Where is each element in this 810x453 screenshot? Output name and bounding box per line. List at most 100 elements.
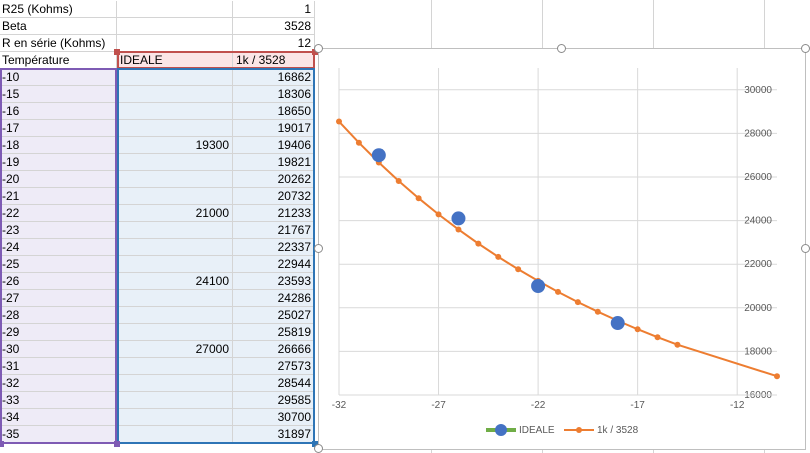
chart-resize-handle-tr[interactable] (801, 44, 810, 53)
resistance-cell[interactable]: 25027 (233, 307, 315, 324)
header-cell-temperature[interactable]: Température (0, 52, 117, 69)
chart-resize-handle-mr[interactable] (801, 244, 810, 253)
temperature-cell[interactable]: -26 (0, 273, 117, 290)
temperature-cell[interactable]: -17 (0, 120, 117, 137)
temperature-cell[interactable]: -32 (0, 375, 117, 392)
table-row: -20 20262 (0, 171, 316, 188)
temperature-cell[interactable]: -15 (0, 86, 117, 103)
ideale-cell[interactable] (117, 222, 233, 239)
series-1k-3528-point (395, 177, 402, 184)
series-1k-3528-point (515, 266, 522, 273)
resistance-cell[interactable]: 23593 (233, 273, 315, 290)
ideale-cell[interactable] (117, 69, 233, 86)
ideale-cell[interactable] (117, 171, 233, 188)
ideale-cell[interactable] (117, 188, 233, 205)
empty-cell[interactable] (117, 1, 233, 18)
ideale-cell[interactable] (117, 120, 233, 137)
ideale-cell[interactable] (117, 426, 233, 443)
resistance-cell[interactable]: 22337 (233, 239, 315, 256)
chart-resize-handle-tm[interactable] (557, 44, 566, 53)
ideale-cell[interactable] (117, 154, 233, 171)
ideale-cell[interactable]: 24100 (117, 273, 233, 290)
table-row: -29 25819 (0, 324, 316, 341)
empty-cell[interactable] (117, 18, 233, 35)
resistance-cell[interactable]: 26666 (233, 341, 315, 358)
ideale-cell[interactable]: 27000 (117, 341, 233, 358)
param-value-cell[interactable]: 1 (233, 1, 315, 18)
chart-resize-handle-tl[interactable] (314, 44, 323, 53)
resistance-cell[interactable]: 24286 (233, 290, 315, 307)
table-row: -24 22337 (0, 239, 316, 256)
resistance-cell[interactable]: 19017 (233, 120, 315, 137)
y-tick-label: 28000 (744, 128, 772, 139)
resistance-cell[interactable]: 18650 (233, 103, 315, 120)
range-resize-handle[interactable] (0, 441, 4, 447)
ideale-cell[interactable] (117, 86, 233, 103)
ideale-cell[interactable] (117, 290, 233, 307)
header-cell-1k-3528[interactable]: 1k / 3528 (233, 52, 315, 69)
ideale-cell[interactable]: 19300 (117, 137, 233, 154)
legend-ideale-label: IDEALE (519, 425, 555, 436)
resistance-cell[interactable]: 31897 (233, 426, 315, 443)
param-label-cell[interactable]: Beta (0, 18, 117, 35)
param-label-cell[interactable]: R25 (Kohms) (0, 1, 117, 18)
empty-cell[interactable] (117, 35, 233, 52)
resistance-cell[interactable]: 27573 (233, 358, 315, 375)
param-value-cell[interactable]: 3528 (233, 18, 315, 35)
ideale-cell[interactable] (117, 239, 233, 256)
temperature-cell[interactable]: -10 (0, 69, 117, 86)
table-row: -27 24286 (0, 290, 316, 307)
resistance-cell[interactable]: 28544 (233, 375, 315, 392)
chart-area[interactable]: -32 -27 -22 -17 -12 16000 18000 20000 22000 24000… (318, 48, 806, 450)
temperature-cell[interactable]: -22 (0, 205, 117, 222)
param-label-cell[interactable]: R en série (Kohms) (0, 35, 117, 52)
temperature-cell[interactable]: -28 (0, 307, 117, 324)
resistance-cell[interactable]: 20262 (233, 171, 315, 188)
chart-resize-handle-bl[interactable] (314, 444, 323, 453)
range-resize-handle[interactable] (114, 49, 120, 55)
resistance-cell[interactable]: 18306 (233, 86, 315, 103)
ideale-cell[interactable] (117, 307, 233, 324)
temperature-cell[interactable]: -16 (0, 103, 117, 120)
resistance-cell[interactable]: 25819 (233, 324, 315, 341)
chart-resize-handle-ml[interactable] (314, 244, 323, 253)
ideale-cell[interactable] (117, 392, 233, 409)
temperature-cell[interactable]: -23 (0, 222, 117, 239)
ideale-cell[interactable] (117, 358, 233, 375)
temperature-cell[interactable]: -25 (0, 256, 117, 273)
resistance-cell[interactable]: 29585 (233, 392, 315, 409)
temperature-cell[interactable]: -21 (0, 188, 117, 205)
resistance-cell[interactable]: 21233 (233, 205, 315, 222)
header-cell-ideale[interactable]: IDEALE (117, 52, 233, 69)
temperature-cell[interactable]: -20 (0, 171, 117, 188)
temperature-cell[interactable]: -30 (0, 341, 117, 358)
series-ideale-point (610, 316, 625, 331)
temperature-cell[interactable]: -31 (0, 358, 117, 375)
table-row: -19 19821 (0, 154, 316, 171)
resistance-cell[interactable]: 30700 (233, 409, 315, 426)
ideale-cell[interactable] (117, 409, 233, 426)
resistance-cell[interactable]: 19406 (233, 137, 315, 154)
resistance-cell[interactable]: 22944 (233, 256, 315, 273)
temperature-cell[interactable]: -34 (0, 409, 117, 426)
range-resize-handle[interactable] (114, 441, 120, 447)
resistance-cell[interactable]: 19821 (233, 154, 315, 171)
temperature-cell[interactable]: -35 (0, 426, 117, 443)
y-tick-label: 18000 (744, 346, 772, 357)
ideale-cell[interactable] (117, 256, 233, 273)
ideale-cell[interactable] (117, 375, 233, 392)
ideale-cell[interactable] (117, 324, 233, 341)
resistance-cell[interactable]: 16862 (233, 69, 315, 86)
ideale-cell[interactable] (117, 103, 233, 120)
temperature-cell[interactable]: -33 (0, 392, 117, 409)
table-row: -26 24100 23593 (0, 273, 316, 290)
temperature-cell[interactable]: -18 (0, 137, 117, 154)
param-value-cell[interactable]: 12 (233, 35, 315, 52)
temperature-cell[interactable]: -24 (0, 239, 117, 256)
ideale-cell[interactable]: 21000 (117, 205, 233, 222)
resistance-cell[interactable]: 21767 (233, 222, 315, 239)
temperature-cell[interactable]: -19 (0, 154, 117, 171)
resistance-cell[interactable]: 20732 (233, 188, 315, 205)
temperature-cell[interactable]: -27 (0, 290, 117, 307)
temperature-cell[interactable]: -29 (0, 324, 117, 341)
